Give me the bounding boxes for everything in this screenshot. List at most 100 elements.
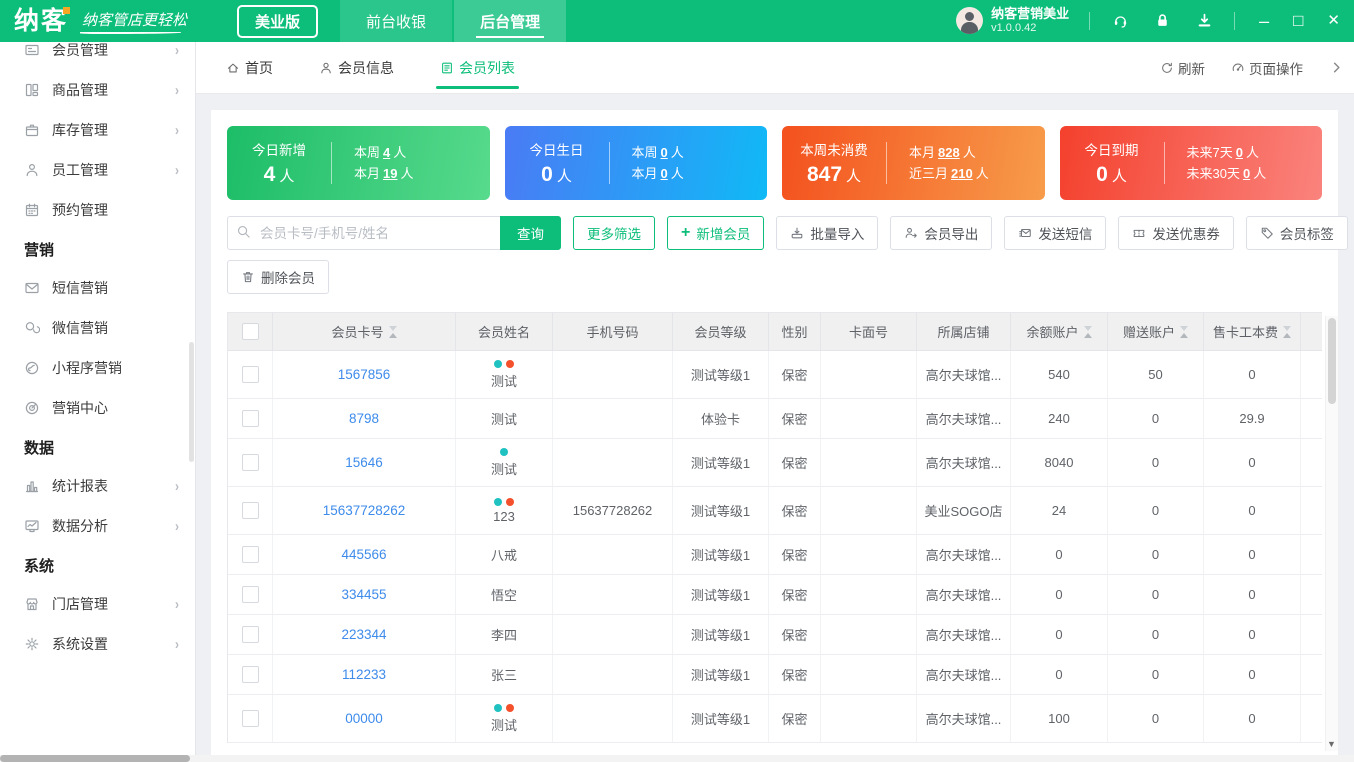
- batch-import-button[interactable]: 批量导入: [776, 216, 879, 250]
- row-checkbox[interactable]: [241, 626, 259, 643]
- staff-icon: [24, 162, 41, 179]
- member-card-link[interactable]: 1567856: [338, 367, 391, 382]
- table-vertical-scrollbar[interactable]: ▼: [1325, 316, 1338, 751]
- chevron-right-icon[interactable]: [1329, 60, 1344, 75]
- user-menu[interactable]: 纳客营销美业 v1.0.0.42: [956, 6, 1069, 35]
- sidebar-item-store-management[interactable]: 门店管理 ›: [0, 584, 195, 624]
- sidebar-item-goods-management[interactable]: 商品管理 ›: [0, 70, 195, 110]
- minimize-button[interactable]: –: [1259, 12, 1269, 30]
- row-checkbox[interactable]: [241, 366, 259, 383]
- window-horizontal-scrollbar[interactable]: [0, 755, 1354, 762]
- row-checkbox[interactable]: [241, 410, 259, 427]
- maximize-button[interactable]: □: [1293, 12, 1303, 29]
- lock-button[interactable]: [1152, 11, 1172, 31]
- send-coupon-button[interactable]: 发送优惠券: [1118, 216, 1234, 250]
- wechat-icon: [24, 320, 41, 337]
- sidebar-item-miniprogram-marketing[interactable]: 小程序营销: [0, 348, 195, 388]
- cell-card_no: 112233: [273, 655, 456, 695]
- sidebar-item-inventory-management[interactable]: 库存管理 ›: [0, 110, 195, 150]
- tab-member-list[interactable]: 会员列表: [436, 42, 519, 94]
- sidebar-item-staff-management[interactable]: 员工管理 ›: [0, 150, 195, 190]
- cell-name: 测试: [456, 439, 553, 487]
- select-all-checkbox[interactable]: [241, 323, 259, 340]
- refresh-button[interactable]: 刷新: [1160, 58, 1205, 78]
- download-button[interactable]: [1194, 11, 1214, 31]
- row-checkbox[interactable]: [241, 454, 259, 471]
- tag-dot-teal: [500, 447, 508, 456]
- horizontal-scrollbar-thumb[interactable]: [0, 755, 190, 762]
- inventory-icon: [24, 122, 41, 139]
- customer-service-button[interactable]: [1110, 11, 1130, 31]
- cell-gift: 0: [1108, 535, 1204, 575]
- cell-fee: 0: [1204, 487, 1301, 535]
- row-checkbox[interactable]: [241, 710, 259, 727]
- column-header-card_no[interactable]: 会员卡号: [273, 313, 456, 351]
- cell-gender: 保密: [769, 695, 821, 743]
- add-member-button[interactable]: + 新增会员: [667, 216, 765, 250]
- row-select-cell: [228, 615, 273, 655]
- tab-member-info[interactable]: 会员信息: [319, 42, 394, 94]
- member-export-button[interactable]: 会员导出: [890, 216, 993, 250]
- member-card-link[interactable]: 445566: [341, 547, 386, 562]
- sidebar-item-data-analysis[interactable]: 数据分析 ›: [0, 506, 195, 546]
- member-card-link[interactable]: 15637728262: [323, 503, 406, 518]
- delete-member-button[interactable]: 删除会员: [227, 260, 329, 294]
- send-sms-button[interactable]: 发送短信: [1004, 216, 1107, 250]
- sidebar-item-label: 微信营销: [52, 320, 108, 336]
- window-controls: – □ ✕: [1259, 12, 1340, 30]
- search-button[interactable]: 查询: [500, 216, 561, 250]
- stat-card-title: 今日到期: [1084, 143, 1139, 158]
- edition-badge[interactable]: 美业版: [237, 4, 319, 38]
- column-header-fee[interactable]: 售卡工本费: [1204, 313, 1301, 351]
- home-icon: [226, 61, 240, 75]
- sidebar-item-sms-marketing[interactable]: 短信营销: [0, 268, 195, 308]
- more-filter-button[interactable]: 更多筛选: [573, 216, 655, 250]
- stat-card-main: 今日生日 0 人: [505, 139, 609, 187]
- sidebar-item-wechat-marketing[interactable]: 微信营销: [0, 308, 195, 348]
- tag-dot-teal: [494, 359, 502, 368]
- cell-phone: [553, 695, 673, 743]
- sidebar-item-statistic-report[interactable]: 统计报表 ›: [0, 466, 195, 506]
- sidebar-item-system-settings[interactable]: 系统设置 ›: [0, 624, 195, 664]
- cell-fee: 0: [1204, 615, 1301, 655]
- chevron-right-icon: ›: [175, 635, 179, 653]
- header-tab-backend-manage[interactable]: 后台管理: [454, 0, 567, 42]
- cell-gift: 0: [1108, 615, 1204, 655]
- stat-card-sub-row: 未来7天 0 人: [1186, 145, 1259, 160]
- sidebar-item-member-management[interactable]: 会员管理 ›: [0, 42, 195, 70]
- member-tag-dots: [494, 703, 514, 712]
- member-tag-button[interactable]: 会员标签: [1245, 216, 1348, 250]
- page-ops-button[interactable]: 页面操作: [1231, 58, 1303, 78]
- cell-level: 测试等级1: [673, 695, 769, 743]
- send-sms-icon: [1018, 226, 1032, 240]
- close-button[interactable]: ✕: [1327, 13, 1340, 28]
- tag-dot-teal: [494, 703, 502, 712]
- member-card-link[interactable]: 112233: [342, 667, 386, 682]
- row-checkbox[interactable]: [241, 502, 259, 519]
- scroll-down-arrow-icon[interactable]: ▼: [1327, 739, 1336, 749]
- member-card-link[interactable]: 8798: [349, 411, 379, 426]
- cell-fee: 0: [1204, 439, 1301, 487]
- row-checkbox[interactable]: [241, 666, 259, 683]
- tab-home[interactable]: 首页: [226, 42, 273, 94]
- sidebar-item-booking-management[interactable]: 预约管理: [0, 190, 195, 230]
- tag-dot-teal: [494, 497, 502, 506]
- member-card-link[interactable]: 334455: [341, 587, 386, 602]
- member-card-link[interactable]: 15646: [345, 455, 383, 470]
- sidebar-item-marketing-center[interactable]: 营销中心: [0, 388, 195, 428]
- cell-balance: 240: [1011, 399, 1108, 439]
- column-header-balance[interactable]: 余额账户: [1011, 313, 1108, 351]
- header-tab-front-cashier[interactable]: 前台收银: [340, 0, 453, 42]
- logo-tagline: 纳客管店更轻松: [80, 9, 187, 34]
- search-input[interactable]: [227, 216, 500, 250]
- table-scrollbar-thumb[interactable]: [1328, 318, 1336, 404]
- column-header-gift[interactable]: 赠送账户: [1108, 313, 1204, 351]
- row-checkbox[interactable]: [241, 586, 259, 603]
- stat-card-main: 今日到期 0 人: [1060, 139, 1164, 187]
- member-card-link[interactable]: 223344: [341, 627, 386, 642]
- cell-gift: 0: [1108, 399, 1204, 439]
- sidebar-item-label: 营销中心: [52, 400, 108, 416]
- member-card-link[interactable]: 00000: [345, 711, 383, 726]
- row-checkbox[interactable]: [241, 546, 259, 563]
- sidebar-scrollbar[interactable]: [189, 342, 194, 462]
